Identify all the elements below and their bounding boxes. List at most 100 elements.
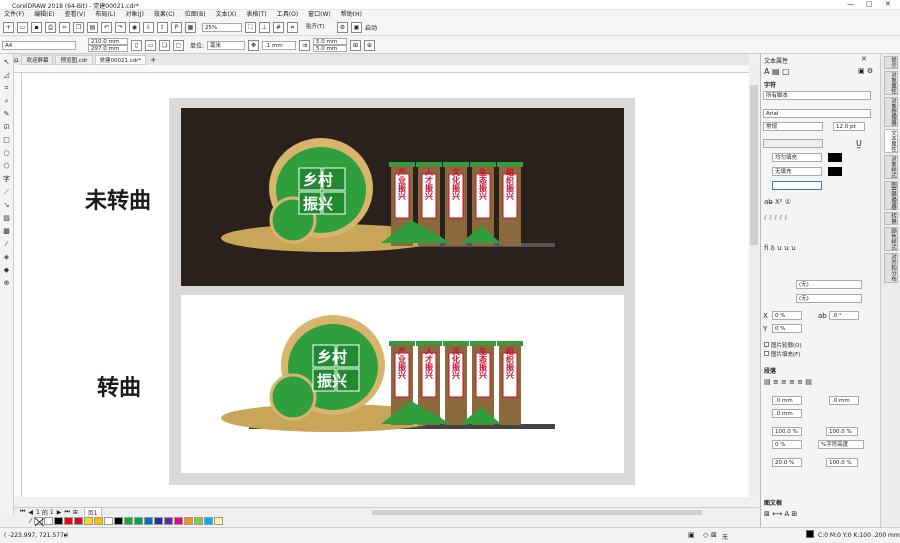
font-style-select[interactable]: 常规	[763, 122, 823, 131]
undo-icon[interactable]: ↶	[101, 22, 112, 33]
menu-object[interactable]: 对象(J)	[125, 10, 143, 20]
close-button[interactable]: ✕	[885, 0, 891, 9]
section-paragraph[interactable]: 段落	[764, 366, 776, 375]
interactive-fill-icon[interactable]: ◈	[2, 253, 11, 262]
color-swatch-4[interactable]	[74, 517, 84, 525]
color-swatch-17[interactable]	[204, 517, 214, 525]
page-height-field[interactable]: 297.0 mm	[88, 45, 128, 52]
menu-tools[interactable]: 工具(O)	[277, 10, 298, 20]
artistic-media-icon[interactable]: ᘏ	[2, 123, 11, 132]
right-indent-field[interactable]: .0 mm	[772, 409, 802, 418]
tab-party-building[interactable]: 党建00021.cdr*	[94, 54, 147, 65]
horizontal-scroll-thumb[interactable]	[371, 509, 702, 515]
snap-to-button[interactable]: 贴齐(T)	[304, 23, 334, 32]
tab-welcome[interactable]: 欢迎屏幕	[21, 54, 54, 65]
launch-icon[interactable]: ▣	[351, 22, 362, 33]
color-swatch-1[interactable]	[44, 517, 54, 525]
color-swatch-3[interactable]	[64, 517, 74, 525]
color-swatch-7[interactable]	[104, 517, 114, 525]
full-screen-icon[interactable]: ⛶	[245, 22, 256, 33]
before-spacing-field[interactable]: 100.0 %	[772, 427, 802, 436]
fill-checkbox[interactable]	[764, 351, 769, 356]
x-offset-field[interactable]: 0 %	[772, 311, 802, 320]
menu-text[interactable]: 文本(X)	[216, 10, 237, 20]
vertical-scroll-thumb[interactable]	[750, 85, 758, 245]
char-effect-icons[interactable]: ab̶ X² ①	[764, 198, 791, 206]
eyedropper-icon[interactable]: ⁄	[2, 240, 11, 249]
prev-page-icon[interactable]: ◀	[28, 509, 33, 516]
add-frame-icon[interactable]: ⊕	[364, 39, 376, 51]
nudge-distance-field[interactable]: .1 mm	[262, 40, 297, 50]
all-pages-icon[interactable]: ❏	[159, 39, 170, 51]
edit-bleed-icon[interactable]: ⊞	[350, 39, 362, 51]
color-swatch-16[interactable]	[194, 517, 204, 525]
text-tool-icon[interactable]: 字	[2, 175, 11, 184]
smart-fill-icon[interactable]: ◆	[2, 266, 11, 275]
docker-tab-object-properties[interactable]: 对象属性	[884, 71, 898, 95]
cut-icon[interactable]: ✂	[59, 22, 70, 33]
landscape-icon[interactable]: ▭	[145, 39, 156, 51]
text-fill-type[interactable]: 均匀填充	[772, 153, 822, 162]
color-swatch-15[interactable]	[184, 517, 194, 525]
minimize-button[interactable]: —	[847, 0, 854, 9]
menu-help[interactable]: 帮助(H)	[341, 10, 362, 20]
docker-tab-text-properties[interactable]: 文本属性	[884, 128, 898, 153]
underline-style-2[interactable]: (无)	[796, 294, 862, 303]
white-artboard[interactable]: 乡村 振兴 产业振兴 人才振兴 文化振兴 生态振兴 组织振兴	[181, 295, 624, 473]
background-fill-type[interactable]: 无填充	[772, 167, 822, 176]
docker-tab-align[interactable]: 对齐和分布	[884, 253, 898, 283]
menu-effects[interactable]: 效果(C)	[154, 10, 175, 20]
line-spacing-field[interactable]: 100.0 %	[826, 427, 858, 436]
color-swatch-11[interactable]	[144, 517, 154, 525]
left-indent-field[interactable]: .0 mm	[772, 396, 802, 405]
first-page-icon[interactable]: ⏮	[20, 508, 25, 516]
vertical-ruler[interactable]	[14, 73, 22, 497]
add-tab-icon[interactable]: +	[150, 56, 156, 64]
docker-tab-object-styles[interactable]: 对象样式	[884, 154, 898, 179]
rulers-icon[interactable]: ⊥	[259, 22, 270, 33]
horizontal-ruler[interactable]	[14, 65, 749, 73]
import-icon[interactable]: ⇩	[143, 22, 154, 33]
background-fill-color[interactable]	[828, 167, 842, 176]
polygon-tool-icon[interactable]: ⬠	[2, 162, 11, 171]
script-select[interactable]: 所有脚本	[763, 91, 871, 100]
transparency-tool-icon[interactable]: ▩	[2, 227, 11, 236]
docker-tab-hints[interactable]: 提示	[884, 56, 898, 69]
home-icon[interactable]: ⌂	[14, 56, 18, 64]
add-page-icon[interactable]: ⊞	[73, 509, 78, 516]
dark-artboard[interactable]: 乡村 振兴 产业振兴 人才振兴 文化振兴 生态振兴 组织振兴	[181, 108, 624, 286]
grid-icon[interactable]: #	[273, 22, 284, 33]
export-icon[interactable]: ⇧	[157, 22, 168, 33]
guides-icon[interactable]: ⌗	[287, 22, 298, 33]
color-swatch-5[interactable]	[84, 517, 94, 525]
ligature-icons[interactable]: fi ꝺ ꭒ ꭒ ꭒ	[764, 244, 796, 253]
settings-icon[interactable]: ⚙	[337, 22, 348, 33]
ellipse-tool-icon[interactable]: ○	[2, 149, 11, 158]
first-line-indent-field[interactable]: .0 mm	[829, 396, 859, 405]
spacing-units-select[interactable]: %字符高度	[818, 440, 864, 449]
pdf-icon[interactable]: P	[171, 22, 182, 33]
menu-edit[interactable]: 编辑(E)	[34, 10, 54, 20]
freehand-tool-icon[interactable]: ✎	[2, 110, 11, 119]
section-frame[interactable]: 图文框	[764, 498, 782, 507]
crop-tool-icon[interactable]: ⌗	[2, 84, 11, 93]
docker-close-icon[interactable]: ✕	[861, 55, 867, 63]
duplicate-x-field[interactable]: 5.0 mm	[313, 38, 348, 45]
color-swatch-9[interactable]	[124, 517, 134, 525]
underline-style-1[interactable]: (无)	[796, 280, 862, 289]
menu-layout[interactable]: 布局(L)	[95, 10, 115, 20]
menu-window[interactable]: 窗口(W)	[308, 10, 331, 20]
launch-label[interactable]: 启动	[365, 23, 377, 32]
pick-tool-icon[interactable]: ↖	[2, 58, 11, 67]
redo-icon[interactable]: ↷	[115, 22, 126, 33]
char-section-icon[interactable]: A ▤ ▢	[764, 67, 790, 76]
outline-checkbox[interactable]	[764, 342, 769, 347]
expand-arrow-icon[interactable]: ▸	[64, 531, 68, 539]
no-color-swatch[interactable]	[34, 517, 45, 526]
menu-file[interactable]: 文件(F)	[4, 10, 24, 20]
text-fill-color[interactable]	[828, 153, 842, 162]
menu-table[interactable]: 表格(T)	[246, 10, 266, 20]
outline-color-swatch[interactable]	[806, 530, 814, 538]
document-color-icon[interactable]: ▣	[688, 531, 695, 539]
color-swatch-2[interactable]	[54, 517, 64, 525]
